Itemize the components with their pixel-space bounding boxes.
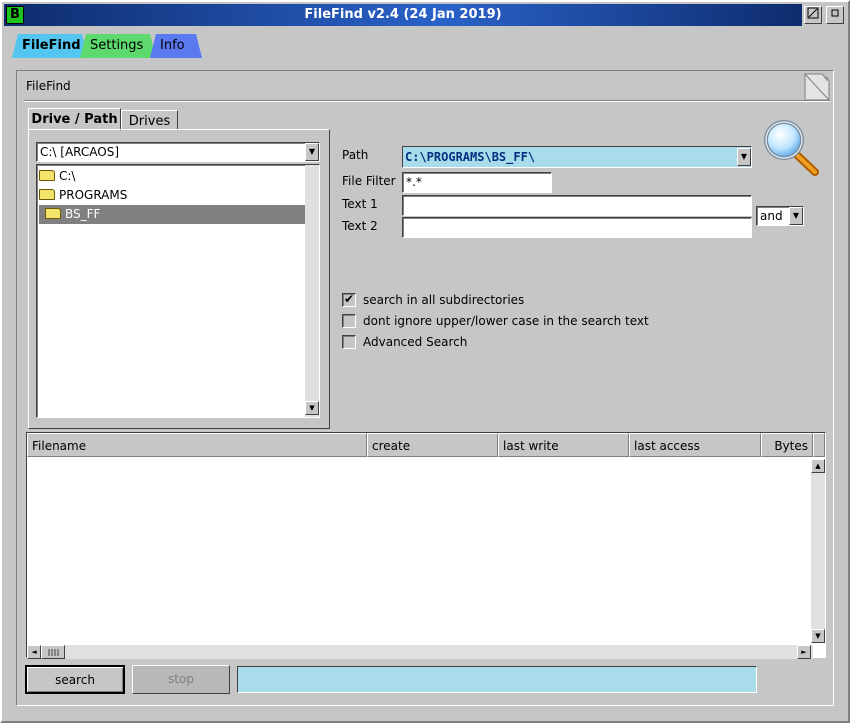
chevron-down-icon[interactable]: ▼ [789,207,803,225]
column-header-create[interactable]: create [367,433,498,457]
results-table[interactable]: Filename create last write last access B… [26,432,826,659]
grip-icon [48,649,59,656]
path-label: Path [342,148,369,162]
maximize-icon [831,9,839,17]
chevron-down-icon[interactable]: ▼ [737,148,751,166]
tab-drive-path[interactable]: Drive / Path [28,108,121,131]
chevron-down-icon[interactable]: ▼ [305,143,319,161]
stop-button[interactable]: stop [132,665,230,694]
file-filter-input[interactable]: *.* [402,172,552,193]
advanced-search-label[interactable]: Advanced Search [363,335,467,349]
svg-text:+: + [823,74,830,83]
tab-info[interactable]: Info [150,34,202,58]
column-header-last-access[interactable]: last access [629,433,761,457]
column-header-filename[interactable]: Filename [27,433,367,457]
operator-select[interactable]: and ▼ [756,206,804,226]
search-icon[interactable] [760,118,820,178]
text2-input[interactable] [402,217,752,238]
tab-settings[interactable]: Settings [80,34,156,58]
directory-tree[interactable]: C:\ PROGRAMS BS_FF ▼ [36,164,320,418]
drive-select[interactable]: C:\ [ARCAOS] ▼ [36,142,320,162]
search-button[interactable]: search [25,665,125,694]
case-sensitive-label[interactable]: dont ignore upper/lower case in the sear… [363,314,649,328]
operator-value: and [760,209,783,223]
scroll-down-icon[interactable]: ▼ [305,401,319,415]
panel-title: FileFind [26,79,71,93]
column-header-bytes[interactable]: Bytes [761,433,813,457]
folder-icon [39,170,55,181]
tree-item[interactable]: PROGRAMS [39,186,305,205]
app-icon[interactable]: B [6,6,24,24]
tree-item[interactable]: C:\ [39,167,305,186]
page-corner-icon[interactable]: + [804,73,830,101]
tree-item-label: BS_FF [65,207,101,221]
column-header-filler [813,433,825,457]
status-bar [237,666,757,693]
subdirectories-checkbox[interactable]: ✔ [342,293,356,307]
check-icon: ✔ [343,292,355,306]
drive-select-value: C:\ [ARCAOS] [40,145,120,159]
window-title: FileFind v2.4 (24 Jan 2019) [304,7,502,22]
text1-label: Text 1 [342,197,378,211]
scroll-down-icon[interactable]: ▼ [811,629,825,643]
text1-input[interactable] [402,195,752,216]
scroll-thumb[interactable] [41,645,65,659]
text2-label: Text 2 [342,219,378,233]
scroll-right-icon[interactable]: ► [797,645,811,659]
restore-icon [807,7,819,19]
tree-scrollbar[interactable]: ▼ [305,165,319,417]
tab-filefind[interactable]: FileFind [12,34,88,58]
tab-drives[interactable]: Drives [121,110,178,130]
advanced-search-checkbox[interactable] [342,335,356,349]
file-filter-label: File Filter [342,174,396,188]
folder-icon [39,189,55,200]
column-header-last-write[interactable]: last write [498,433,629,457]
path-value: C:\PROGRAMS\BS_FF\ [405,150,536,164]
subdirectories-label[interactable]: search in all subdirectories [363,293,524,307]
tree-item-selected[interactable]: BS_FF [39,205,305,224]
tree-item-label: PROGRAMS [59,188,128,202]
file-filter-value: *.* [406,175,422,189]
results-horizontal-scrollbar[interactable]: ◄ ► [27,645,813,659]
scroll-left-icon[interactable]: ◄ [27,645,41,659]
scroll-up-icon[interactable]: ▲ [811,459,825,473]
panel-separator [24,100,830,102]
path-select[interactable]: C:\PROGRAMS\BS_FF\ ▼ [402,146,752,168]
title-bar[interactable]: FileFind v2.4 (24 Jan 2019) [4,4,802,26]
case-sensitive-checkbox[interactable] [342,314,356,328]
restore-button[interactable] [804,6,822,24]
results-vertical-scrollbar[interactable]: ▲ ▼ [811,459,825,643]
maximize-button[interactable] [826,6,844,24]
tree-item-label: C:\ [59,169,76,183]
folder-icon [45,208,61,219]
